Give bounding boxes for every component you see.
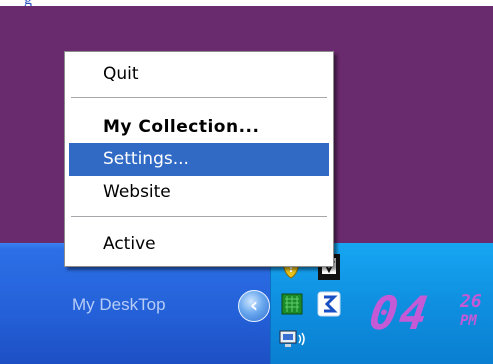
clock-minute: 26 xyxy=(460,291,482,312)
clock-hour: 04 xyxy=(366,286,434,340)
show-hidden-icons-chevron-icon[interactable]: ‹ xyxy=(238,290,270,322)
menu-item-settings[interactable]: Settings... xyxy=(69,143,329,176)
green-square-icon[interactable] xyxy=(281,293,303,315)
menu-item-active[interactable]: Active xyxy=(69,228,329,261)
menu-item-quit[interactable]: Quit xyxy=(69,58,329,91)
blue-arrow-icon[interactable] xyxy=(317,291,341,317)
network-icon[interactable] xyxy=(279,329,309,351)
menu-item-my-collection[interactable]: My Collection... xyxy=(69,111,329,144)
clock[interactable]: 04 26 PM xyxy=(366,286,490,340)
taskbar-toolbar-label[interactable]: My DeskTop xyxy=(72,295,166,315)
menu-item-website[interactable]: Website xyxy=(69,176,329,209)
context-menu: Quit My Collection... Settings... Websit… xyxy=(64,51,334,267)
menu-separator xyxy=(71,97,327,99)
menu-separator xyxy=(71,216,327,218)
clock-ampm: PM xyxy=(460,313,477,329)
